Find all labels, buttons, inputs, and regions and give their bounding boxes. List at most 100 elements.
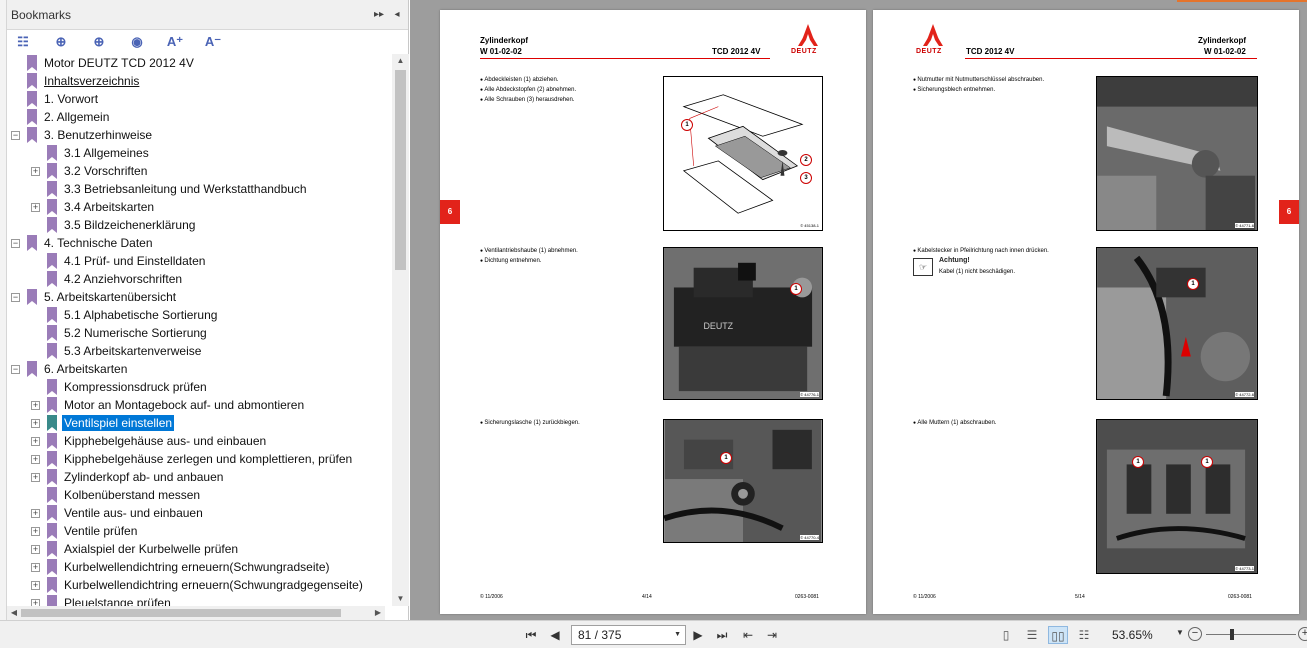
bookmark-item[interactable]: 3.3 Betriebsanleitung und Werkstatthandb… [31, 180, 309, 198]
footer-doc-number: 0263-0081 [795, 594, 819, 600]
add-bookmark-icon[interactable]: ⊕ [89, 33, 109, 51]
scroll-up-icon[interactable]: ▲ [392, 54, 409, 68]
previous-page-icon[interactable]: ◀ [547, 627, 563, 643]
bookmark-item[interactable]: Kompressionsdruck prüfen [31, 378, 209, 396]
document-view[interactable]: Zylinderkopf W 01-02-02 TCD 2012 4V DEUT… [410, 0, 1307, 620]
find-bookmark-icon[interactable]: ◉ [127, 33, 147, 51]
bookmark-item[interactable]: + Kipphebelgehäuse aus- und einbauen [31, 432, 268, 450]
step-3-instructions: Alle Muttern (1) abschrauben. [913, 418, 996, 428]
bookmark-item[interactable]: + Kurbelwellendichtring erneuern(Schwungr… [31, 576, 365, 594]
hscroll-thumb[interactable] [21, 609, 341, 617]
bookmark-options-icon[interactable]: ☷ [13, 33, 33, 51]
bookmark-item[interactable]: − 5. Arbeitskartenübersicht [11, 288, 178, 306]
single-page-view-icon[interactable]: ▯ [996, 626, 1016, 644]
bookmark-item[interactable]: − 6. Arbeitskarten [11, 360, 129, 378]
step-1-instructions: Abdeckleisten (1) abziehen. Alle Abdecks… [480, 75, 576, 105]
figure-locking-plate: 1 © 44770-4 [663, 419, 823, 543]
bookmark-label: Ventilspiel einstellen [62, 415, 175, 431]
bookmark-item[interactable]: − 4. Technische Daten [11, 234, 155, 252]
expand-toggle-icon[interactable]: + [31, 508, 40, 518]
expand-toggle-icon[interactable]: + [31, 580, 40, 590]
panel-expand-icon[interactable]: ▸▸ [372, 8, 386, 22]
bookmark-item[interactable]: 5.3 Arbeitskartenverweise [31, 342, 203, 360]
bookmark-label: 6. Arbeitskarten [44, 362, 128, 376]
bookmark-item[interactable]: 5.1 Alphabetische Sortierung [31, 306, 219, 324]
bookmark-item[interactable]: + Ventile prüfen [31, 522, 139, 540]
page-number-input[interactable]: 81 / 375 ▼ [571, 625, 686, 645]
bookmark-icon [47, 253, 57, 269]
bookmark-icon [27, 289, 37, 305]
zoom-slider[interactable] [1206, 634, 1296, 635]
collapse-toggle-icon[interactable]: − [11, 238, 20, 248]
expand-toggle-icon[interactable]: + [31, 418, 40, 428]
expand-toggle-icon[interactable]: + [31, 526, 40, 536]
collapse-toggle-icon[interactable]: − [11, 364, 20, 374]
expand-toggle-icon[interactable]: + [31, 202, 40, 212]
expand-toggle-icon[interactable]: + [31, 454, 40, 464]
expand-toggle-icon[interactable]: + [31, 400, 40, 410]
bookmark-item[interactable]: 2. Allgemein [11, 108, 111, 126]
first-page-icon[interactable]: ⏮ [523, 627, 539, 643]
bookmark-item[interactable]: Motor DEUTZ TCD 2012 4V [11, 54, 196, 72]
expand-toggle-icon[interactable]: + [31, 544, 40, 554]
last-page-icon[interactable]: ⏭ [714, 627, 730, 643]
bookmark-item[interactable]: − 3. Benutzerhinweise [11, 126, 154, 144]
next-view-icon[interactable]: ⇥ [764, 627, 780, 643]
expand-toggle-icon[interactable]: + [31, 166, 40, 176]
expand-toggle-icon[interactable]: + [31, 562, 40, 572]
expand-toggle-icon[interactable]: + [31, 598, 40, 606]
bookmark-item[interactable]: + Zylinderkopf ab- und anbauen [31, 468, 225, 486]
bookmark-item[interactable]: + Axialspiel der Kurbelwelle prüfen [31, 540, 240, 558]
expand-toggle-icon[interactable]: + [31, 436, 40, 446]
bookmark-item[interactable]: + Motor an Montagebock auf- und abmontier… [31, 396, 306, 414]
zoom-slider-handle[interactable] [1230, 629, 1234, 640]
step-2-instructions: Kabelstecker in Pfeilrichtung nach innen… [913, 246, 1048, 256]
bookmark-item[interactable]: 4.1 Prüf- und Einstelldaten [31, 252, 207, 270]
bookmark-item[interactable]: 1. Vorwort [11, 90, 100, 108]
previous-view-icon[interactable]: ⇤ [740, 627, 756, 643]
bookmark-item[interactable]: 4.2 Anziehvorschriften [31, 270, 184, 288]
text-smaller-icon[interactable]: A⁻ [203, 33, 223, 51]
expand-bookmark-icon[interactable]: ⊕ [51, 33, 71, 51]
bookmark-item[interactable]: 3.5 Bildzeichenerklärung [31, 216, 197, 234]
bookmark-icon [47, 487, 57, 503]
bookmark-item[interactable]: Inhaltsverzeichnis [11, 72, 141, 90]
bookmark-item[interactable]: +3.2 Vorschriften [31, 162, 149, 180]
two-page-view-icon[interactable]: ▯▯ [1048, 626, 1068, 644]
bookmark-item[interactable]: Kolbenüberstand messen [31, 486, 202, 504]
bookmark-item[interactable]: + Ventilspiel einstellen [31, 414, 175, 432]
bookmark-item[interactable]: + Kipphebelgehäuse zerlegen und kompletti… [31, 450, 354, 468]
bookmark-icon [47, 559, 57, 575]
bookmark-item[interactable]: +3.4 Arbeitskarten [31, 198, 156, 216]
zoom-out-icon[interactable]: − [1188, 627, 1202, 641]
two-page-continuous-icon[interactable]: ☷ [1074, 626, 1094, 644]
text-larger-icon[interactable]: A⁺ [165, 33, 185, 51]
bookmark-item[interactable]: + Kurbelwellendichtring erneuern(Schwungr… [31, 558, 331, 576]
chevron-down-icon[interactable]: ▼ [674, 626, 681, 644]
step-3-line: Sicherungslasche (1) zurückbiegen. [480, 418, 579, 428]
bookmark-item[interactable]: 3.1 Allgemeines [31, 144, 151, 162]
bookmark-icon [47, 181, 57, 197]
zoom-in-icon[interactable]: + [1298, 627, 1307, 641]
scroll-down-icon[interactable]: ▼ [392, 592, 409, 606]
bookmark-item[interactable]: 5.2 Numerische Sortierung [31, 324, 209, 342]
scrollbar-thumb[interactable] [395, 70, 406, 270]
zoom-value[interactable]: 53.65% [1112, 628, 1153, 642]
collapse-toggle-icon[interactable]: − [11, 130, 20, 140]
bookmark-item[interactable]: + Ventile aus- und einbauen [31, 504, 205, 522]
zoom-dropdown-icon[interactable]: ▼ [1176, 628, 1184, 637]
bookmark-label: Zylinderkopf ab- und anbauen [64, 470, 224, 484]
warning-text: Kabel (1) nicht beschädigen. [939, 269, 1016, 275]
scroll-left-icon[interactable]: ◀ [7, 606, 21, 620]
continuous-view-icon[interactable]: ☰ [1022, 626, 1042, 644]
scroll-right-icon[interactable]: ▶ [371, 606, 385, 620]
panel-collapse-icon[interactable]: ◂ [390, 8, 404, 22]
bookmarks-vertical-scrollbar[interactable]: ▲ ▼ [392, 54, 409, 606]
collapse-toggle-icon[interactable]: − [11, 292, 20, 302]
next-page-icon[interactable]: ▶ [690, 627, 706, 643]
bookmarks-horizontal-scrollbar[interactable]: ◀ ▶ [7, 606, 385, 620]
step-2-line: Kabelstecker in Pfeilrichtung nach innen… [913, 246, 1048, 256]
bookmark-label: 3.3 Betriebsanleitung und Werkstatthandb… [64, 182, 307, 196]
bookmark-item[interactable]: + Pleuelstange prüfen [31, 594, 173, 606]
expand-toggle-icon[interactable]: + [31, 472, 40, 482]
